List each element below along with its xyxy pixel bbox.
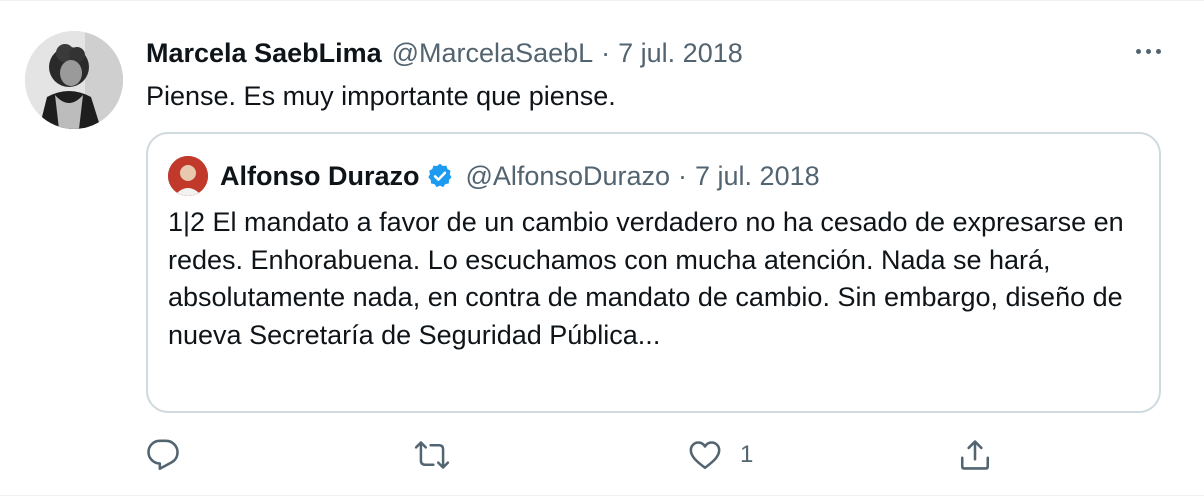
tweet-date[interactable]: 7 jul. 2018 <box>618 38 743 69</box>
retweet-button[interactable] <box>414 431 450 479</box>
author-name[interactable]: Marcela SaebLima <box>146 38 382 69</box>
tweet[interactable]: Marcela SaebLima @MarcelaSaebL · 7 jul. … <box>0 0 1204 496</box>
author-avatar[interactable] <box>25 31 123 129</box>
more-options-button[interactable] <box>1128 39 1168 63</box>
quoted-tweet-date[interactable]: 7 jul. 2018 <box>695 161 820 192</box>
like-icon <box>688 438 722 472</box>
retweet-icon <box>414 438 450 472</box>
verified-badge-icon <box>426 162 454 190</box>
reply-icon <box>146 438 180 472</box>
reply-button[interactable] <box>146 431 180 479</box>
share-icon <box>958 438 992 472</box>
quoted-tweet-text: 1|2 El mandato a favor de un cambio verd… <box>168 207 1124 350</box>
more-dot-icon <box>1155 48 1161 54</box>
separator-dot: · <box>678 160 688 191</box>
quoted-author-handle[interactable]: @AlfonsoDurazo <box>466 161 671 192</box>
more-dot-icon <box>1135 48 1141 54</box>
like-count: 1 <box>740 441 754 468</box>
quoted-tweet[interactable]: Alfonso Durazo @AlfonsoDurazo · 7 jul. 2… <box>146 132 1161 413</box>
author-handle[interactable]: @MarcelaSaebL <box>392 38 594 69</box>
tweet-header: Marcela SaebLima @MarcelaSaebL · 7 jul. … <box>146 33 743 73</box>
quoted-author-name[interactable]: Alfonso Durazo <box>220 161 420 192</box>
more-dot-icon <box>1145 48 1151 54</box>
share-button[interactable] <box>958 431 992 479</box>
quoted-tweet-header: Alfonso Durazo @AlfonsoDurazo · 7 jul. 2… <box>168 154 820 198</box>
tweet-actions: 1 <box>146 431 1146 479</box>
tweet-text: Piense. Es muy importante que piense. <box>146 81 616 111</box>
separator-dot: · <box>601 37 611 68</box>
like-button[interactable]: 1 <box>688 431 753 479</box>
quoted-author-avatar[interactable] <box>168 156 208 196</box>
